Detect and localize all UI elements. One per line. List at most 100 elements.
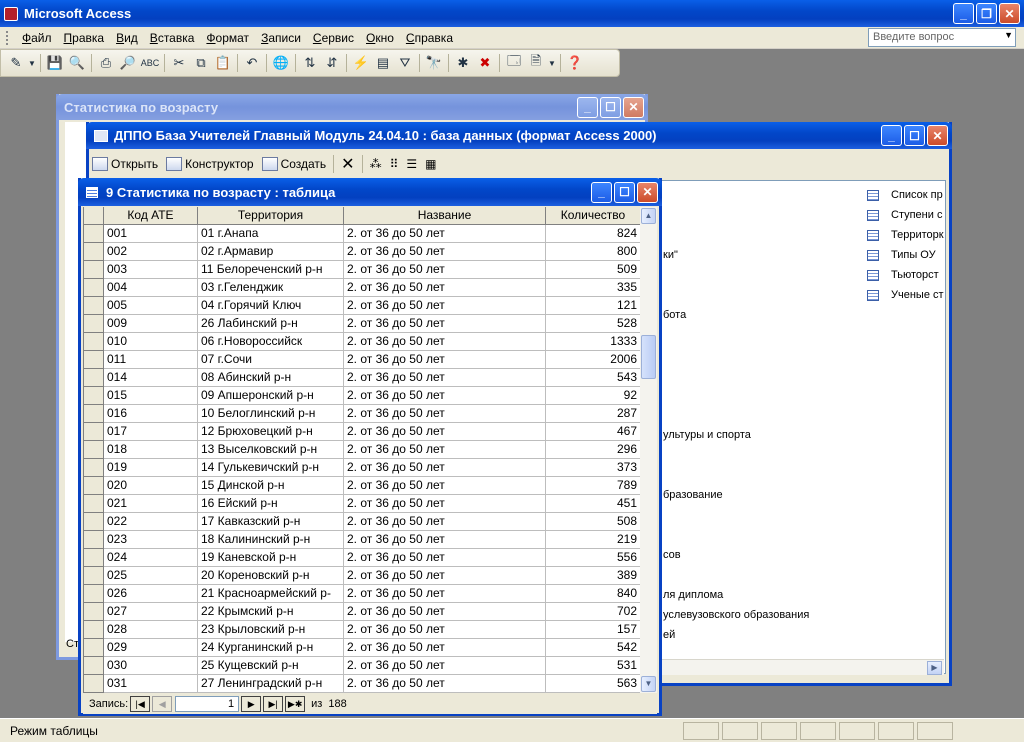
table-row[interactable]: 029 24 Курганинский р-н 2. от 36 до 50 лет…: [84, 639, 640, 657]
table-cell[interactable]: 2. от 36 до 50 лет: [344, 243, 546, 261]
chevron-down-icon[interactable]: ▼: [1004, 30, 1013, 40]
close-button[interactable]: ✕: [999, 3, 1020, 24]
table-cell[interactable]: 015: [104, 387, 198, 405]
table-cell[interactable]: 451: [546, 495, 640, 513]
row-selector[interactable]: [84, 333, 104, 351]
table-row[interactable]: 024 19 Каневской р-н 2. от 36 до 50 лет 556: [84, 549, 640, 567]
open-button[interactable]: Открыть: [88, 157, 162, 171]
table-cell[interactable]: 509: [546, 261, 640, 279]
table-cell[interactable]: 10 Белоглинский р-н: [198, 405, 344, 423]
table-cell[interactable]: 01 г.Анапа: [198, 225, 344, 243]
row-selector[interactable]: [84, 405, 104, 423]
table-cell[interactable]: 04 г.Горячий Ключ: [198, 297, 344, 315]
table-cell[interactable]: 20 Кореновский р-н: [198, 567, 344, 585]
table-row[interactable]: 020 15 Динской р-н 2. от 36 до 50 лет 789: [84, 477, 640, 495]
table-cell[interactable]: 23 Крыловский р-н: [198, 621, 344, 639]
menubar-grip[interactable]: [6, 30, 10, 45]
table-cell[interactable]: 030: [104, 657, 198, 675]
row-selector[interactable]: [84, 675, 104, 693]
table-cell[interactable]: 001: [104, 225, 198, 243]
table-row[interactable]: 030 25 Кущевский р-н 2. от 36 до 50 лет 531: [84, 657, 640, 675]
table-cell[interactable]: 2. от 36 до 50 лет: [344, 549, 546, 567]
row-selector[interactable]: [84, 225, 104, 243]
table-cell[interactable]: 03 г.Геленджик: [198, 279, 344, 297]
db-object-item[interactable]: Типы ОУ: [867, 249, 936, 261]
db-object-item[interactable]: ей: [663, 629, 675, 641]
table-cell[interactable]: 023: [104, 531, 198, 549]
row-selector[interactable]: [84, 531, 104, 549]
table-cell[interactable]: 2. от 36 до 50 лет: [344, 225, 546, 243]
db-object-item[interactable]: ля диплома: [663, 589, 723, 601]
table-row[interactable]: 010 06 г.Новороссийск 2. от 36 до 50 лет 13…: [84, 333, 640, 351]
new-object-icon[interactable]: 🗎: [525, 52, 547, 74]
row-selector[interactable]: [84, 369, 104, 387]
table-cell[interactable]: 2. от 36 до 50 лет: [344, 333, 546, 351]
view-design-icon[interactable]: ✎: [5, 52, 27, 74]
table-cell[interactable]: 014: [104, 369, 198, 387]
filter-by-form-icon[interactable]: ▤: [372, 52, 394, 74]
row-selector[interactable]: [84, 297, 104, 315]
menu-format[interactable]: Формат: [200, 31, 255, 45]
hyperlink-icon[interactable]: 🌐: [270, 52, 292, 74]
table-cell[interactable]: 2. от 36 до 50 лет: [344, 603, 546, 621]
column-header[interactable]: Код АТЕ: [104, 207, 198, 225]
table-row[interactable]: 028 23 Крыловский р-н 2. от 36 до 50 лет 15…: [84, 621, 640, 639]
file-search-icon[interactable]: 🔍: [66, 52, 88, 74]
table-cell[interactable]: 531: [546, 657, 640, 675]
table-cell[interactable]: 2. от 36 до 50 лет: [344, 279, 546, 297]
table-cell[interactable]: 543: [546, 369, 640, 387]
table-cell[interactable]: 296: [546, 441, 640, 459]
table-cell[interactable]: 021: [104, 495, 198, 513]
db-object-item[interactable]: сов: [663, 549, 681, 561]
table-row[interactable]: 015 09 Апшеронский р-н 2. от 36 до 50 лет 9…: [84, 387, 640, 405]
db-object-item[interactable]: Тьюторст: [867, 269, 939, 281]
db-object-item[interactable]: бразование: [663, 489, 723, 501]
table-cell[interactable]: 24 Курганинский р-н: [198, 639, 344, 657]
spelling-icon[interactable]: ABC: [139, 52, 161, 74]
table-cell[interactable]: 022: [104, 513, 198, 531]
large-icons-icon[interactable]: ⁂: [366, 157, 386, 171]
table-cell[interactable]: 2. от 36 до 50 лет: [344, 459, 546, 477]
table-cell[interactable]: 2. от 36 до 50 лет: [344, 567, 546, 585]
menu-file[interactable]: Файл: [16, 31, 58, 45]
filter-by-selection-icon[interactable]: ⚡: [350, 52, 372, 74]
table-cell[interactable]: 09 Апшеронский р-н: [198, 387, 344, 405]
table-cell[interactable]: 2. от 36 до 50 лет: [344, 513, 546, 531]
table-cell[interactable]: 2. от 36 до 50 лет: [344, 369, 546, 387]
paste-icon[interactable]: 📋: [212, 52, 234, 74]
current-record-input[interactable]: 1: [175, 696, 240, 712]
scroll-thumb[interactable]: [641, 335, 656, 379]
table-cell[interactable]: 92: [546, 387, 640, 405]
table-cell[interactable]: 028: [104, 621, 198, 639]
row-selector[interactable]: [84, 243, 104, 261]
table-cell[interactable]: 016: [104, 405, 198, 423]
close-button[interactable]: ✕: [637, 181, 658, 203]
table-cell[interactable]: 702: [546, 603, 640, 621]
table-cell[interactable]: 22 Крымский р-н: [198, 603, 344, 621]
table-row[interactable]: 027 22 Крымский р-н 2. от 36 до 50 лет 702: [84, 603, 640, 621]
table-row[interactable]: 011 07 г.Сочи 2. от 36 до 50 лет 2006: [84, 351, 640, 369]
column-header[interactable]: Название: [344, 207, 546, 225]
table-cell[interactable]: 2. от 36 до 50 лет: [344, 423, 546, 441]
dropdown-arrow-icon[interactable]: ▼: [27, 52, 37, 74]
table-cell[interactable]: 824: [546, 225, 640, 243]
column-header[interactable]: Количество: [546, 207, 640, 225]
table-cell[interactable]: 2. от 36 до 50 лет: [344, 387, 546, 405]
maximize-button[interactable]: ☐: [600, 96, 621, 118]
delete-object-button[interactable]: ✕: [337, 154, 358, 174]
table-cell[interactable]: 1333: [546, 333, 640, 351]
row-selector[interactable]: [84, 621, 104, 639]
last-record-button[interactable]: ▶|: [263, 696, 284, 712]
table-cell[interactable]: 528: [546, 315, 640, 333]
db-object-item[interactable]: ультуры и спорта: [663, 429, 751, 441]
table-cell[interactable]: 2. от 36 до 50 лет: [344, 351, 546, 369]
table-cell[interactable]: 011: [104, 351, 198, 369]
scroll-down-icon[interactable]: ▼: [641, 676, 656, 692]
minimize-button[interactable]: _: [591, 181, 612, 203]
table-cell[interactable]: 025: [104, 567, 198, 585]
table-cell[interactable]: 010: [104, 333, 198, 351]
row-selector[interactable]: [84, 477, 104, 495]
ask-question-input[interactable]: Введите вопрос ▼: [868, 28, 1016, 47]
table-cell[interactable]: 2. от 36 до 50 лет: [344, 495, 546, 513]
row-selector[interactable]: [84, 315, 104, 333]
